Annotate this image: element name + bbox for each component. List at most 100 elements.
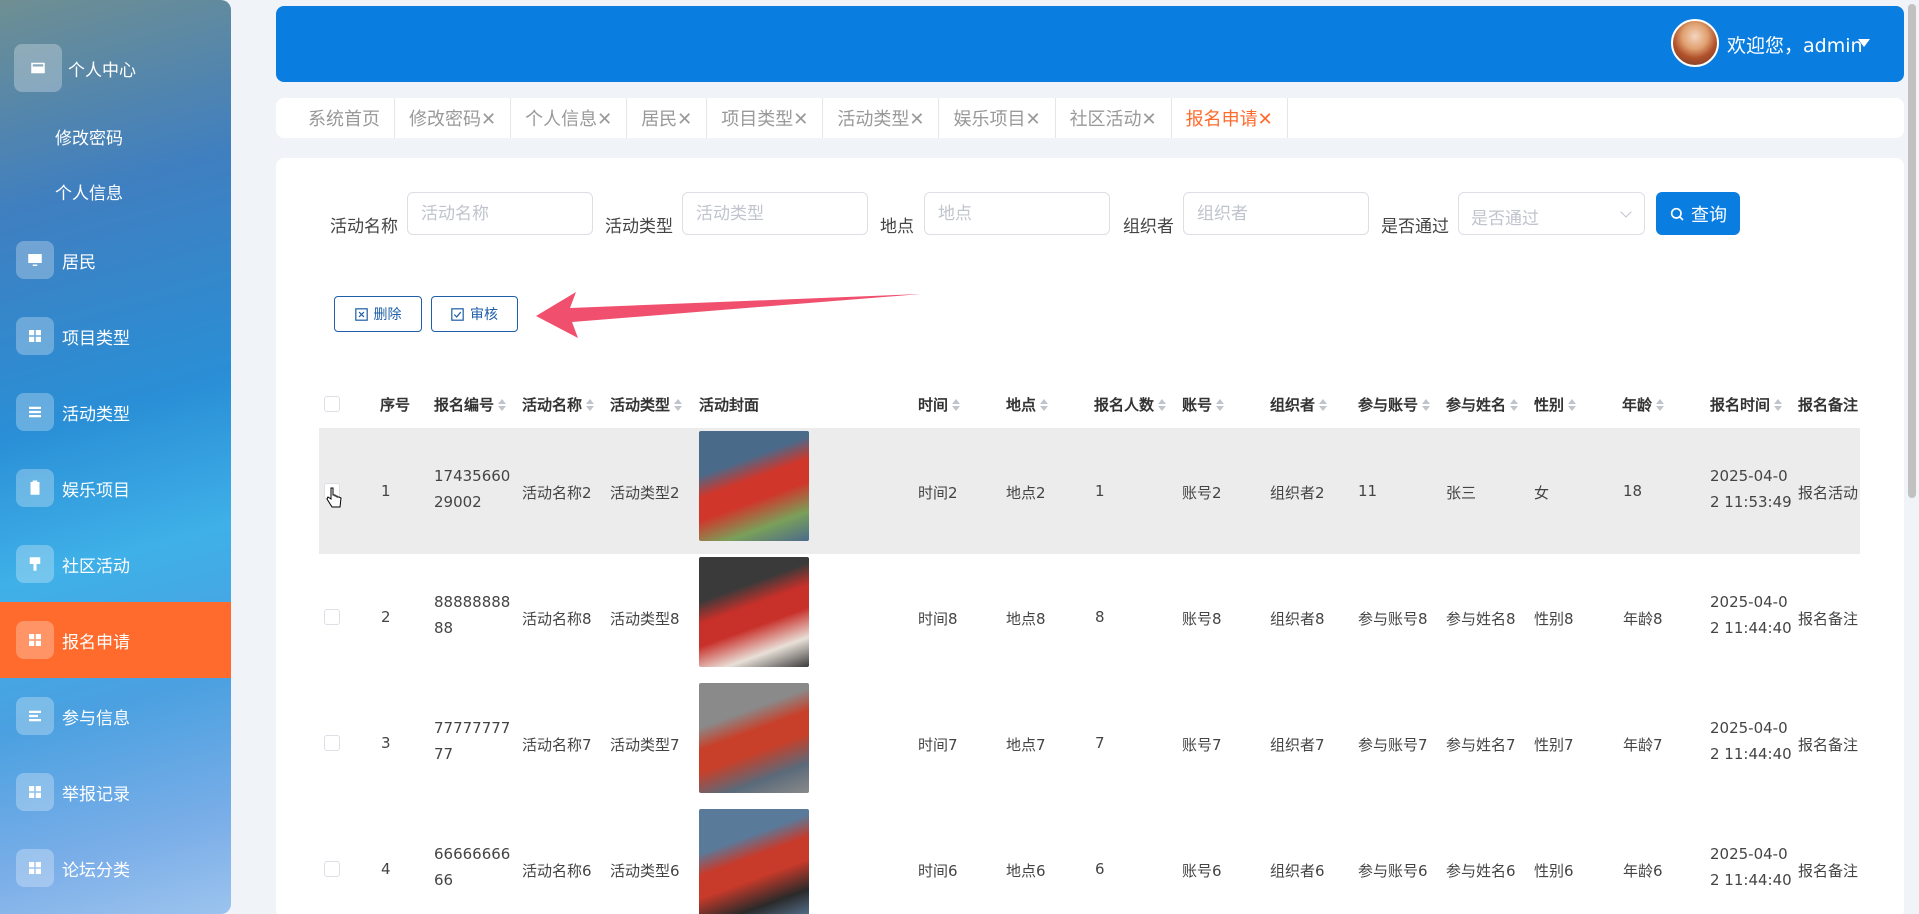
sort-icon [952,398,961,411]
card-icon [14,44,62,92]
tab-project-type[interactable]: 项目类型✕ [707,98,824,138]
row-checkbox[interactable] [324,861,340,877]
column-header-place[interactable]: 地点 [1006,394,1049,415]
hand-cursor-icon [326,487,342,508]
sidebar-item-personal-center[interactable]: 个人中心 [0,30,231,106]
cell-age: 年龄8 [1623,610,1663,628]
column-header-age[interactable]: 年龄 [1622,394,1665,415]
approved-select-placeholder: 是否通过 [1471,209,1539,229]
grid-icon [16,317,54,355]
sidebar-sub-personal-info[interactable]: 个人信息 [55,179,123,204]
row-checkbox[interactable] [324,735,340,751]
sidebar-sub-change-password[interactable]: 修改密码 [55,124,123,149]
cell-p-account: 参与账号6 [1358,862,1428,880]
tab-personal-info[interactable]: 个人信息✕ [511,98,628,138]
cell-name: 活动名称8 [522,610,592,628]
column-header-index: 序号 [380,396,411,414]
sidebar-item-residents[interactable]: 居民 [0,222,231,298]
column-header-gender[interactable]: 性别 [1534,394,1577,415]
query-button-label: 查询 [1691,204,1727,226]
cell-p-account: 参与账号7 [1358,736,1428,754]
delete-button[interactable]: 删除 [334,296,422,332]
check-square-icon [451,307,464,321]
cell-count: 6 [1095,860,1105,878]
column-header-account[interactable]: 账号 [1182,394,1225,415]
grid-icon [16,621,54,659]
cell-account: 账号7 [1182,736,1222,754]
tab-community-activity[interactable]: 社区活动✕ [1056,98,1172,138]
cell-organizer: 组织者6 [1270,862,1325,880]
cell-time: 时间8 [918,610,958,628]
sidebar: 个人中心 修改密码 个人信息 居民 项目类型 活动类型 娱乐项目 社区活动 报名… [0,0,231,914]
tab-registration[interactable]: 报名申请✕ [1172,98,1288,138]
tab-change-password[interactable]: 修改密码✕ [395,98,512,138]
monitor-icon [16,241,54,279]
sidebar-item-participation[interactable]: 参与信息 [0,678,231,754]
sidebar-item-activity-type[interactable]: 活动类型 [0,374,231,450]
organizer-input[interactable] [1183,192,1369,235]
cell-p-name: 参与姓名7 [1446,736,1516,754]
tab-residents[interactable]: 居民✕ [627,98,708,138]
activity-type-input[interactable] [682,192,868,235]
cell-account: 账号8 [1182,610,1222,628]
sidebar-item-entertainment[interactable]: 娱乐项目 [0,450,231,526]
approved-select[interactable]: 是否通过 [1458,192,1645,235]
delete-button-label: 删除 [373,307,402,323]
column-header-organizer[interactable]: 组织者 [1270,394,1328,415]
cell-gender: 性别8 [1534,610,1574,628]
cell-organizer: 组织者7 [1270,736,1325,754]
cell-type: 活动类型8 [610,610,680,628]
cell-time: 时间7 [918,736,958,754]
sidebar-item-project-type[interactable]: 项目类型 [0,298,231,374]
review-button[interactable]: 审核 [431,296,518,332]
sort-icon [1510,398,1519,411]
cell-name: 活动名称2 [522,484,592,502]
tab-entertainment[interactable]: 娱乐项目✕ [939,98,1056,138]
cell-apply-time: 2025-04-02 11:44:40 [1710,719,1792,763]
cell-code: 8888888888 [434,593,511,637]
cell-code: 7777777777 [434,719,511,763]
sidebar-item-community-activity[interactable]: 社区活动 [0,526,231,602]
sidebar-item-forum-category[interactable]: 论坛分类 [0,830,231,906]
column-header-name[interactable]: 活动名称 [522,394,595,415]
select-all-checkbox[interactable] [324,396,340,412]
column-header-code[interactable]: 报名编号 [434,394,507,415]
tab-activity-type[interactable]: 活动类型✕ [823,98,940,138]
cell-p-name: 参与姓名6 [1446,862,1516,880]
chevron-down-icon [1620,206,1632,218]
cell-gender: 性别6 [1534,862,1574,880]
tab-home[interactable]: 系统首页 [294,98,395,138]
column-header-p-name[interactable]: 参与姓名 [1446,394,1519,415]
activity-cover-image[interactable] [699,809,809,914]
sidebar-item-registration[interactable]: 报名申请 [0,602,231,678]
chevron-down-icon[interactable] [1858,39,1870,47]
cell-place: 地点7 [1006,736,1046,754]
cell-gender: 性别7 [1534,736,1574,754]
location-input[interactable] [924,192,1110,235]
column-header-count[interactable]: 报名人数 [1094,394,1167,415]
sort-icon [674,398,683,411]
avatar[interactable] [1671,19,1719,67]
list-icon [16,697,54,735]
cell-time: 时间2 [918,484,958,502]
welcome-text[interactable]: 欢迎您，admin [1727,31,1863,58]
cell-age: 年龄7 [1623,736,1663,754]
filter-label-approved: 是否通过 [1381,217,1449,237]
cell-index: 1 [381,482,391,500]
activity-cover-image[interactable] [699,683,809,793]
sidebar-item-report-records[interactable]: 举报记录 [0,754,231,830]
query-button[interactable]: 查询 [1656,192,1740,235]
sort-icon [1774,398,1783,411]
sort-icon [586,398,595,411]
row-checkbox[interactable] [324,609,340,625]
column-header-type[interactable]: 活动类型 [610,394,683,415]
column-header-apply-time[interactable]: 报名时间 [1710,394,1783,415]
activity-name-input[interactable] [407,192,593,235]
activity-cover-image[interactable] [699,431,809,541]
sort-icon [1158,398,1167,411]
filter-label-activity-name: 活动名称 [330,217,398,237]
column-header-time[interactable]: 时间 [918,394,961,415]
vertical-scrollbar[interactable] [1908,4,1916,498]
activity-cover-image[interactable] [699,557,809,667]
column-header-p-account[interactable]: 参与账号 [1358,394,1431,415]
